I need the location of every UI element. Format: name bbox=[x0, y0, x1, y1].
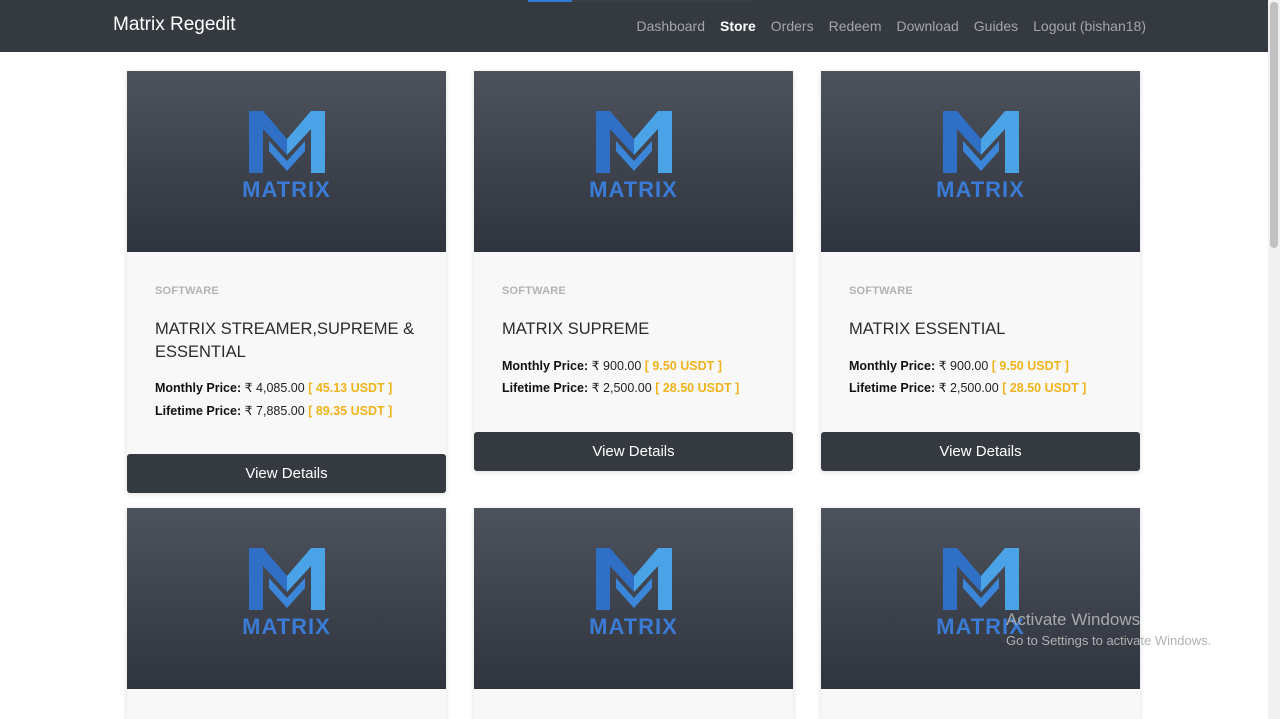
card-body: SOFTWARE MATRIX SUPREME Monthly Price: ₹… bbox=[474, 285, 793, 400]
product-title: MATRIX STREAMER,SUPREME & ESSENTIAL bbox=[155, 320, 415, 361]
activate-windows-title: Activate Windows bbox=[1006, 610, 1141, 629]
monthly-price-row: Monthly Price: ₹ 4,085.00 [ 45.13 USDT ] bbox=[155, 377, 418, 400]
view-details-button[interactable]: View Details bbox=[821, 432, 1140, 471]
navbar-accent-segment bbox=[528, 0, 572, 2]
product-image[interactable]: MATRIX bbox=[127, 508, 446, 689]
monthly-price-label: Monthly Price: bbox=[849, 358, 936, 373]
activate-windows-subtitle: Go to Settings to activate Windows. bbox=[1006, 633, 1212, 648]
brand-link[interactable]: Matrix Regedit bbox=[113, 14, 236, 36]
monthly-price-usdt: [ 9.50 USDT ] bbox=[991, 358, 1069, 373]
product-title: MATRIX ESSENTIAL bbox=[849, 320, 1006, 338]
monthly-price-usdt: [ 9.50 USDT ] bbox=[644, 358, 722, 373]
card-body: SOFTWARE MATRIX ESSENTIAL Monthly Price:… bbox=[821, 285, 1140, 400]
matrix-logo-text: MATRIX bbox=[936, 177, 1025, 202]
product-category: SOFTWARE bbox=[155, 285, 219, 297]
lifetime-price-inr: ₹ 2,500.00 bbox=[591, 381, 652, 395]
product-image[interactable]: MATRIX bbox=[474, 508, 793, 689]
matrix-logo-icon bbox=[596, 111, 672, 173]
price-block: Monthly Price: ₹ 900.00 [ 9.50 USDT ] Li… bbox=[849, 355, 1112, 400]
lifetime-price-row: Lifetime Price: ₹ 2,500.00 [ 28.50 USDT … bbox=[502, 377, 765, 400]
nav-guides[interactable]: Guides bbox=[974, 18, 1018, 34]
matrix-logo-text: MATRIX bbox=[589, 177, 678, 202]
matrix-logo-icon bbox=[596, 548, 672, 610]
matrix-logo-text: MATRIX bbox=[242, 614, 331, 639]
nav-orders[interactable]: Orders bbox=[771, 18, 814, 34]
product-card-4: MATRIX bbox=[127, 508, 446, 719]
product-category: SOFTWARE bbox=[849, 285, 913, 297]
price-block: Monthly Price: ₹ 900.00 [ 9.50 USDT ] Li… bbox=[502, 355, 765, 400]
product-image[interactable]: MATRIX bbox=[821, 508, 1140, 689]
lifetime-price-row: Lifetime Price: ₹ 7,885.00 [ 89.35 USDT … bbox=[155, 400, 418, 423]
product-card-3: MATRIX SOFTWARE MATRIX ESSENTIAL Monthly… bbox=[821, 71, 1140, 471]
lifetime-price-label: Lifetime Price: bbox=[849, 381, 936, 395]
product-title: MATRIX SUPREME bbox=[502, 320, 650, 338]
top-navbar: Matrix Regedit Dashboard Store Orders Re… bbox=[0, 0, 1268, 52]
lifetime-price-label: Lifetime Price: bbox=[155, 403, 242, 418]
product-image[interactable]: MATRIX bbox=[127, 71, 446, 252]
monthly-price-inr: ₹ 4,085.00 bbox=[244, 381, 305, 395]
page-scrollbar[interactable] bbox=[1268, 0, 1280, 719]
monthly-price-row: Monthly Price: ₹ 900.00 [ 9.50 USDT ] bbox=[502, 355, 765, 378]
lifetime-price-inr: ₹ 7,885.00 bbox=[244, 403, 305, 418]
matrix-logo-text: MATRIX bbox=[242, 177, 331, 202]
matrix-logo-text: MATRIX bbox=[589, 614, 678, 639]
lifetime-price-usdt: [ 28.50 USDT ] bbox=[655, 381, 740, 395]
matrix-logo-icon bbox=[943, 111, 1019, 173]
nav-store[interactable]: Store bbox=[720, 18, 756, 34]
price-block: Monthly Price: ₹ 4,085.00 [ 45.13 USDT ]… bbox=[155, 377, 418, 422]
product-category: SOFTWARE bbox=[502, 285, 566, 297]
view-details-button[interactable]: View Details bbox=[127, 454, 446, 493]
monthly-price-inr: ₹ 900.00 bbox=[591, 358, 642, 373]
product-card-2: MATRIX SOFTWARE MATRIX SUPREME Monthly P… bbox=[474, 71, 793, 471]
matrix-logo-icon bbox=[249, 548, 325, 610]
monthly-price-row: Monthly Price: ₹ 900.00 [ 9.50 USDT ] bbox=[849, 355, 1112, 378]
lifetime-price-label: Lifetime Price: bbox=[502, 381, 589, 395]
lifetime-price-inr: ₹ 2,500.00 bbox=[938, 381, 999, 395]
product-card-5: MATRIX bbox=[474, 508, 793, 719]
lifetime-price-usdt: [ 89.35 USDT ] bbox=[308, 403, 393, 418]
navbar-accent-strip bbox=[528, 0, 754, 2]
lifetime-price-usdt: [ 28.50 USDT ] bbox=[1002, 381, 1087, 395]
monthly-price-usdt: [ 45.13 USDT ] bbox=[308, 381, 393, 395]
scrollbar-thumb[interactable] bbox=[1270, 2, 1278, 248]
nav-links: Dashboard Store Orders Redeem Download G… bbox=[636, 18, 1146, 34]
view-details-button[interactable]: View Details bbox=[474, 432, 793, 471]
product-card-1: MATRIX SOFTWARE MATRIX STREAMER,SUPREME … bbox=[127, 71, 446, 493]
lifetime-price-row: Lifetime Price: ₹ 2,500.00 [ 28.50 USDT … bbox=[849, 377, 1112, 400]
matrix-logo-icon bbox=[249, 111, 325, 173]
monthly-price-inr: ₹ 900.00 bbox=[938, 358, 989, 373]
nav-logout[interactable]: Logout (bishan18) bbox=[1033, 18, 1146, 34]
nav-redeem[interactable]: Redeem bbox=[829, 18, 882, 34]
product-image[interactable]: MATRIX bbox=[474, 71, 793, 252]
nav-dashboard[interactable]: Dashboard bbox=[636, 18, 705, 34]
nav-download[interactable]: Download bbox=[897, 18, 959, 34]
matrix-logo-icon bbox=[943, 548, 1019, 610]
monthly-price-label: Monthly Price: bbox=[502, 358, 589, 373]
product-image[interactable]: MATRIX bbox=[821, 71, 1140, 252]
card-body: SOFTWARE MATRIX STREAMER,SUPREME & ESSEN… bbox=[127, 285, 446, 422]
monthly-price-label: Monthly Price: bbox=[155, 381, 242, 395]
